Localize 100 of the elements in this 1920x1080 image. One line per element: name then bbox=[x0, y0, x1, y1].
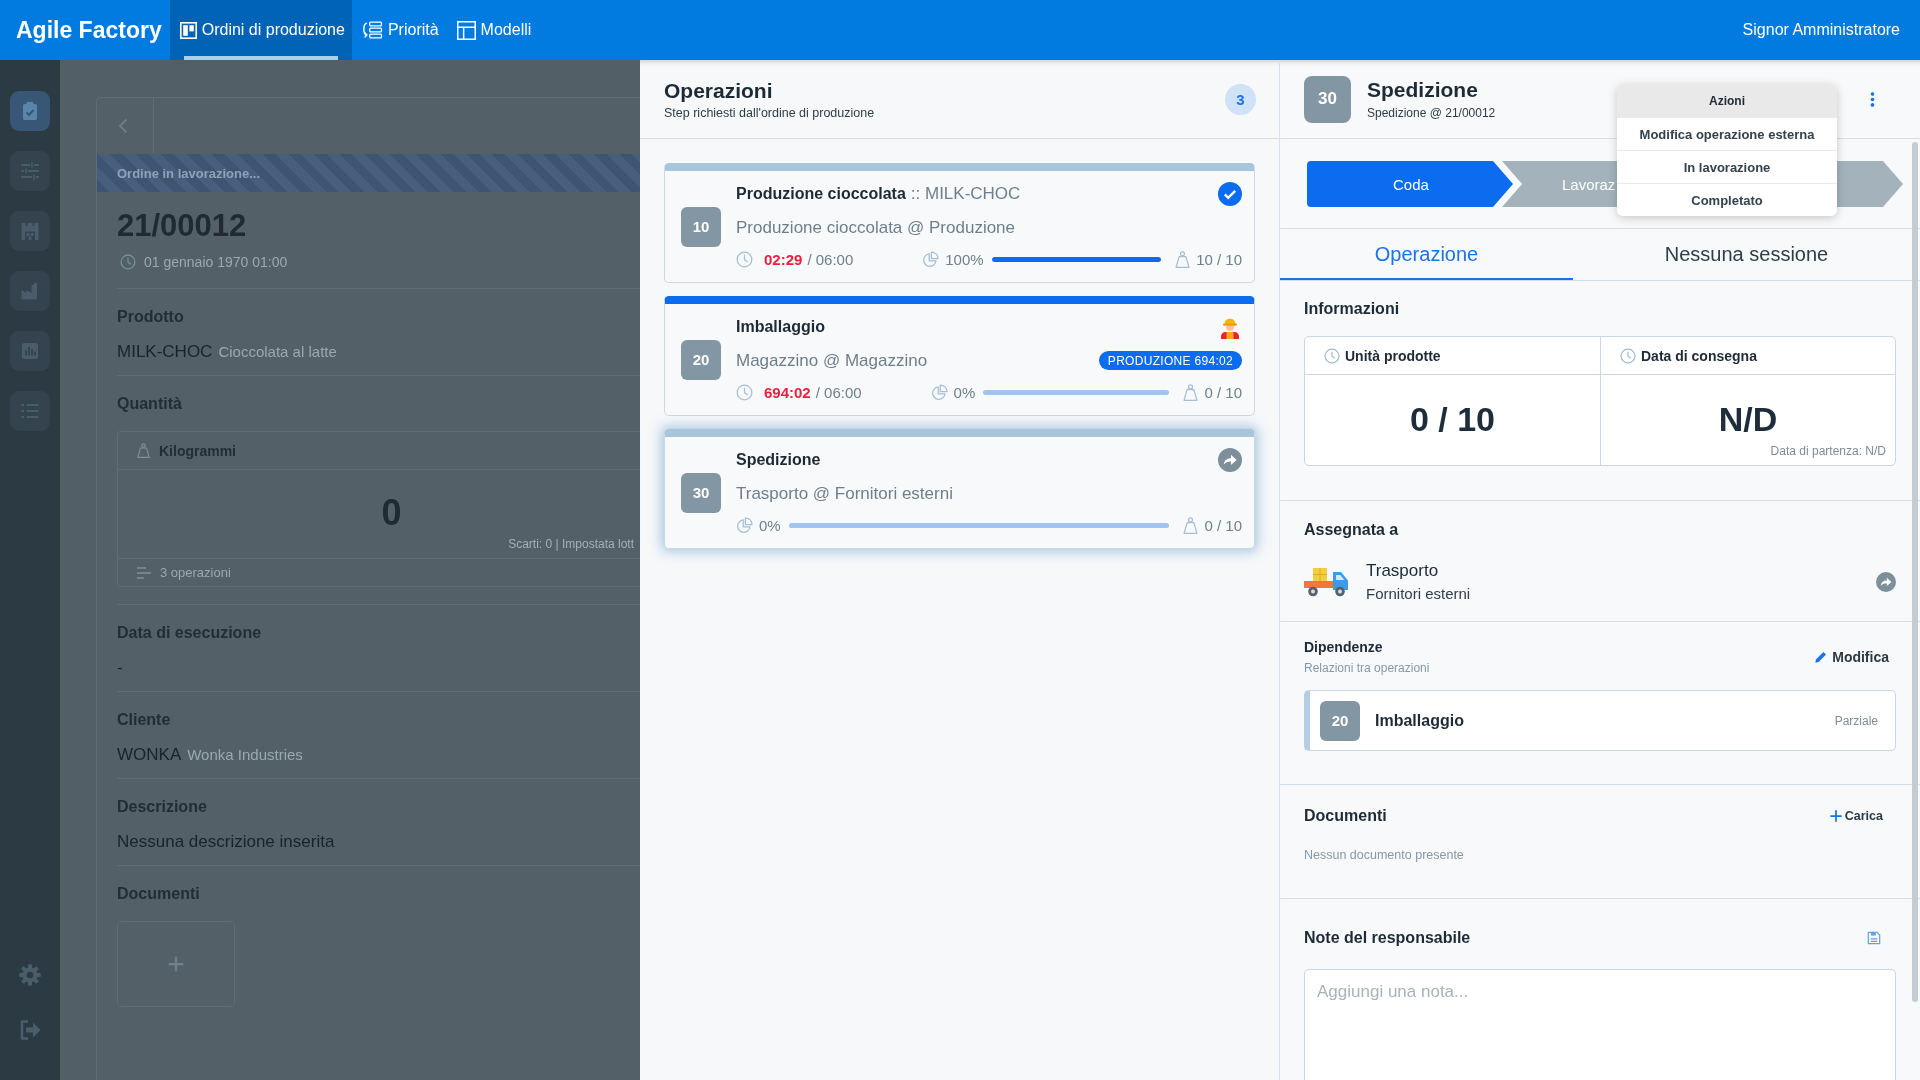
info-label: Data di consegna bbox=[1641, 347, 1757, 364]
order-date: 01 gennaio 1970 01:00 bbox=[144, 254, 288, 270]
sidebar-item[interactable] bbox=[10, 91, 50, 131]
progress-percent: 100% bbox=[945, 251, 984, 268]
elapsed-time: 02:29 bbox=[764, 251, 803, 268]
field-note: Wonka Industries bbox=[187, 746, 303, 763]
detail-tab[interactable]: Nessuna sessione bbox=[1573, 229, 1920, 280]
section-subtitle: Relazioni tra operazioni bbox=[1304, 661, 1430, 675]
check-icon bbox=[1218, 181, 1242, 206]
sidebar-item[interactable] bbox=[10, 211, 50, 251]
detail-title: Spedizione bbox=[1367, 78, 1478, 102]
sort-list-icon bbox=[360, 21, 383, 39]
operations-count: 3 operazioni bbox=[160, 565, 231, 580]
info-label: Unità prodotte bbox=[1345, 347, 1441, 364]
clock-icon bbox=[736, 384, 753, 401]
nav-tab[interactable]: Ordini di produzione bbox=[169, 0, 352, 60]
clipboard-check-icon bbox=[20, 101, 40, 121]
pie-chart-icon bbox=[930, 384, 948, 401]
layout-icon bbox=[456, 20, 476, 40]
building-icon bbox=[20, 221, 40, 241]
progress-percent: 0% bbox=[759, 517, 781, 534]
operation-title: Produzione cioccolata bbox=[736, 184, 906, 203]
quantity-count: 0 / 10 bbox=[1204, 384, 1242, 401]
sidebar-item[interactable] bbox=[10, 331, 50, 371]
quantity-count: 0 / 10 bbox=[1204, 517, 1242, 534]
field-note: Cioccolata al latte bbox=[218, 343, 337, 360]
factory-icon bbox=[20, 281, 40, 301]
edit-button[interactable]: Modifica bbox=[1814, 649, 1889, 665]
app-logo[interactable]: Agile Factory bbox=[0, 0, 170, 60]
clock-icon bbox=[1324, 347, 1340, 364]
count-badge: 3 bbox=[1225, 83, 1256, 115]
weight-icon bbox=[1182, 384, 1200, 401]
weight-icon bbox=[1182, 517, 1200, 534]
operation-card[interactable]: 20 Imballaggio Magazzino @ Magazzino PRODUZIONE 694:02 694:02 / 06:00 0% 0 / 10 bbox=[664, 296, 1255, 416]
operation-location: Produzione cioccolata @ Produzione bbox=[736, 217, 1016, 238]
dependency-type: Parziale bbox=[1834, 713, 1878, 728]
nav-tab[interactable]: Modelli bbox=[447, 0, 541, 60]
section-title: Dipendenze bbox=[1304, 639, 1383, 656]
upload-button[interactable]: Carica bbox=[1828, 809, 1883, 823]
chevron-left-icon bbox=[117, 118, 129, 134]
detail-subtitle: Spedizione @ 21/00012 bbox=[1367, 106, 1496, 120]
scrollbar-thumb[interactable] bbox=[1912, 142, 1918, 1002]
quantity-count: 10 / 10 bbox=[1196, 251, 1242, 268]
more-options-icon[interactable] bbox=[1870, 90, 1875, 108]
empty-message: Nessun documento presente bbox=[1304, 848, 1464, 863]
operation-location: Magazzino @ Magazzino bbox=[736, 350, 928, 371]
pie-chart-icon bbox=[736, 517, 753, 534]
dependency-card[interactable]: 20 Imballaggio Parziale bbox=[1304, 690, 1896, 751]
panel-title: Operazioni bbox=[664, 78, 773, 103]
sidebar-item[interactable] bbox=[10, 391, 50, 431]
upload-button[interactable] bbox=[117, 921, 235, 1007]
truck-icon bbox=[1304, 567, 1350, 597]
progress-percent: 0% bbox=[953, 384, 976, 401]
weight-icon bbox=[136, 443, 151, 458]
weight-icon bbox=[1174, 251, 1192, 268]
elapsed-time: 694:02 bbox=[764, 384, 811, 401]
sidebar-item[interactable] bbox=[10, 151, 50, 191]
notes-field[interactable]: Aggiungi una nota... bbox=[1304, 969, 1896, 1080]
operation-location: Trasporto @ Fornitori esterni bbox=[736, 483, 953, 504]
menu-item[interactable]: Completato bbox=[1617, 183, 1837, 216]
info-value: 0 / 10 bbox=[1409, 400, 1496, 438]
field-value: MILK-CHOC bbox=[117, 342, 213, 361]
operation-title: Imballaggio bbox=[736, 317, 825, 336]
section-title: Assegnata a bbox=[1304, 520, 1399, 540]
plus-icon bbox=[167, 955, 185, 973]
pencil-icon bbox=[1814, 650, 1829, 664]
section-title: Informazioni bbox=[1304, 299, 1400, 319]
field-value: Nessuna descrizione inserita bbox=[117, 832, 335, 851]
detail-tab[interactable]: Operazione bbox=[1280, 229, 1573, 280]
nav-tab[interactable]: Priorità bbox=[351, 0, 448, 60]
quantity-info: Scarti: 0 | Impostata lott bbox=[508, 537, 634, 551]
clock-icon bbox=[120, 254, 136, 270]
product-code: :: MILK-CHOC bbox=[910, 183, 1021, 204]
section-title: Note del responsabile bbox=[1304, 928, 1471, 948]
field-value: - bbox=[117, 658, 123, 677]
operation-number: 20 bbox=[1320, 700, 1360, 741]
list-icon bbox=[20, 401, 40, 421]
dependency-name: Imballaggio bbox=[1375, 711, 1464, 730]
operation-card[interactable]: 30 Spedizione Trasporto @ Fornitori esterni 0% 0 / 10 bbox=[664, 429, 1255, 549]
menu-item[interactable]: In lavorazione bbox=[1617, 150, 1837, 183]
status-banner: Ordine in lavorazione... bbox=[97, 154, 640, 192]
info-note: Data di partenza: N/D bbox=[1770, 444, 1886, 458]
assignee-name: Trasporto bbox=[1366, 561, 1439, 581]
assignee-group: Fornitori esterni bbox=[1366, 585, 1471, 603]
bar-chart-icon bbox=[20, 341, 40, 361]
menu-item[interactable]: Modifica operazione esterna bbox=[1617, 117, 1837, 150]
panel-subtitle: Step richiesti dall'ordine di produzione bbox=[664, 105, 875, 120]
info-value: N/D bbox=[1718, 400, 1778, 438]
section-title: Documenti bbox=[1304, 806, 1387, 826]
list-icon bbox=[136, 565, 152, 580]
status-step[interactable]: Coda bbox=[1307, 161, 1513, 207]
operation-title: Spedizione bbox=[736, 450, 821, 469]
sliders-icon bbox=[20, 161, 40, 181]
logout-icon[interactable] bbox=[18, 1018, 42, 1042]
sidebar-item[interactable] bbox=[10, 271, 50, 311]
planned-time: / 06:00 bbox=[815, 384, 862, 401]
user-name[interactable]: Signor Amministratore bbox=[1742, 21, 1900, 39]
operation-number: 10 bbox=[681, 206, 721, 247]
operation-card[interactable]: 10 Produzione cioccolata :: MILK-CHOC Produzione cioccolata @ Produzione 02:29 / 06:00 100% 10 / 10 bbox=[664, 163, 1255, 283]
status-badge: PRODUZIONE 694:02 bbox=[1098, 351, 1242, 370]
